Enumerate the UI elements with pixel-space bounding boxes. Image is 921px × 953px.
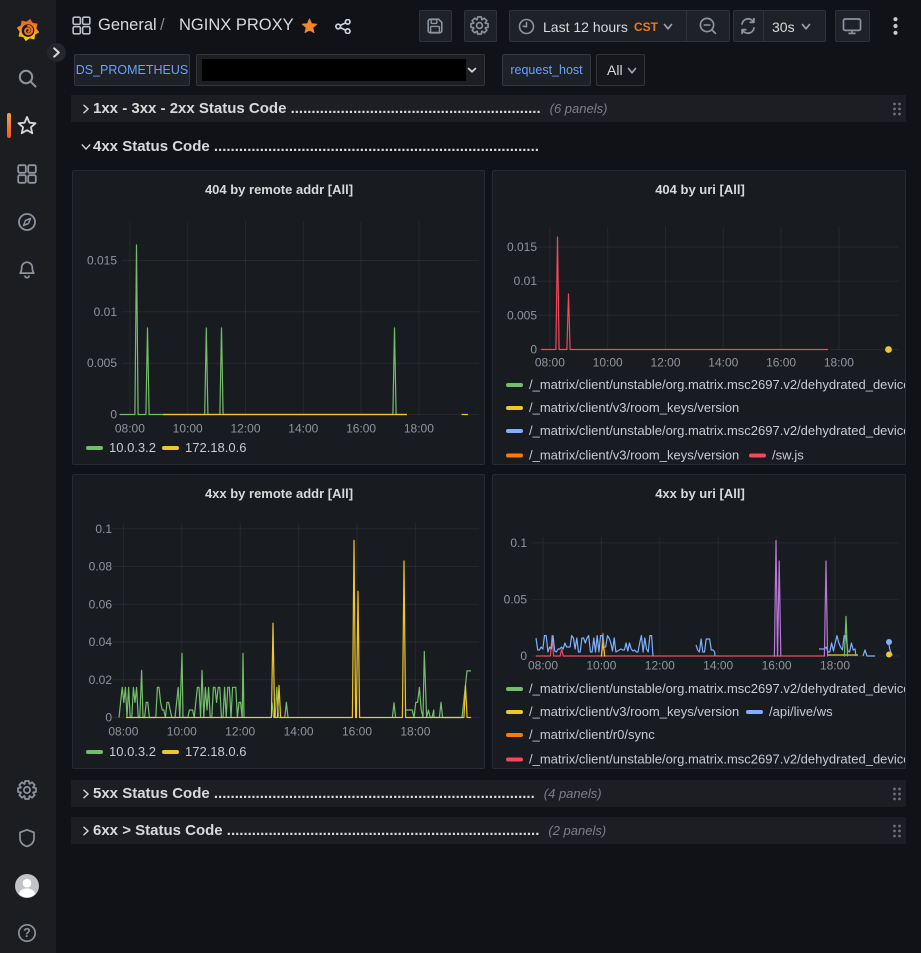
svg-text:0.08: 0.08 — [89, 560, 113, 574]
svg-text:404 by uri [All]: 404 by uri [All] — [655, 182, 745, 197]
svg-text:/_matrix/client/unstable/org.m: /_matrix/client/unstable/org.matrix.msc2… — [529, 681, 906, 696]
svg-text:16:00: 16:00 — [762, 659, 792, 673]
svg-text:/api/live/ws: /api/live/ws — [769, 704, 833, 719]
svg-text:14:00: 14:00 — [703, 659, 733, 673]
svg-text:/_matrix/client/v3/room_keys/v: /_matrix/client/v3/room_keys/version — [529, 400, 739, 415]
svg-text:0.015: 0.015 — [87, 254, 117, 268]
svg-text:/_matrix/client/unstable/org.m: /_matrix/client/unstable/org.matrix.msc2… — [529, 377, 906, 392]
svg-text:14:00: 14:00 — [288, 422, 318, 436]
svg-text:10.0.3.2: 10.0.3.2 — [109, 440, 156, 455]
svg-text:18:00: 18:00 — [404, 422, 434, 436]
svg-text:0: 0 — [530, 343, 537, 357]
svg-text:18:00: 18:00 — [400, 725, 430, 739]
svg-text:16:00: 16:00 — [346, 422, 376, 436]
svg-text:0.05: 0.05 — [504, 592, 528, 606]
svg-text:0.06: 0.06 — [89, 597, 113, 611]
svg-text:0.005: 0.005 — [507, 308, 537, 322]
svg-text:/_matrix/client/unstable/org.m: /_matrix/client/unstable/org.matrix.msc2… — [529, 423, 906, 438]
svg-text:172.18.0.6: 172.18.0.6 — [185, 440, 246, 455]
svg-text:172.18.0.6: 172.18.0.6 — [185, 744, 246, 759]
svg-text:0.01: 0.01 — [514, 274, 538, 288]
svg-text:08:00: 08:00 — [108, 725, 138, 739]
svg-text:4xx by uri [All]: 4xx by uri [All] — [655, 486, 745, 501]
svg-text:/sw.js: /sw.js — [772, 448, 804, 463]
svg-text:0: 0 — [520, 649, 527, 663]
svg-text:/_matrix/client/v3/room_keys/v: /_matrix/client/v3/room_keys/version — [529, 448, 739, 463]
svg-text:10:00: 10:00 — [167, 725, 197, 739]
svg-text:08:00: 08:00 — [115, 422, 145, 436]
svg-text:?: ? — [23, 926, 31, 940]
svg-text:18:00: 18:00 — [820, 659, 850, 673]
svg-text:10.0.3.2: 10.0.3.2 — [109, 744, 156, 759]
svg-text:10:00: 10:00 — [173, 422, 203, 436]
svg-text:4xx by remote addr [All]: 4xx by remote addr [All] — [205, 486, 353, 501]
svg-text:14:00: 14:00 — [284, 725, 314, 739]
svg-text:0.01: 0.01 — [94, 305, 118, 319]
svg-text:14:00: 14:00 — [708, 356, 738, 370]
svg-text:0.015: 0.015 — [507, 240, 537, 254]
svg-text:12:00: 12:00 — [650, 356, 680, 370]
svg-text:0.02: 0.02 — [89, 673, 113, 687]
svg-text:0: 0 — [110, 408, 117, 422]
svg-text:12:00: 12:00 — [645, 659, 675, 673]
svg-text:0: 0 — [105, 711, 112, 725]
svg-text:/_matrix/client/unstable/org.m: /_matrix/client/unstable/org.matrix.msc2… — [529, 752, 906, 767]
svg-text:16:00: 16:00 — [766, 356, 796, 370]
svg-text:0.005: 0.005 — [87, 356, 117, 370]
svg-text:12:00: 12:00 — [225, 725, 255, 739]
svg-text:404 by remote addr [All]: 404 by remote addr [All] — [205, 182, 353, 197]
svg-text:0.1: 0.1 — [95, 522, 112, 536]
svg-text:10:00: 10:00 — [593, 356, 623, 370]
svg-text:18:00: 18:00 — [824, 356, 854, 370]
svg-text:0.1: 0.1 — [510, 536, 527, 550]
svg-text:/_matrix/client/v3/room_keys/v: /_matrix/client/v3/room_keys/version — [529, 704, 739, 719]
svg-text:08:00: 08:00 — [528, 659, 558, 673]
svg-text:12:00: 12:00 — [230, 422, 260, 436]
svg-text:16:00: 16:00 — [342, 725, 372, 739]
svg-text:10:00: 10:00 — [586, 659, 616, 673]
svg-text:0.04: 0.04 — [89, 635, 113, 649]
svg-text:08:00: 08:00 — [535, 356, 565, 370]
svg-text:/_matrix/client/r0/sync: /_matrix/client/r0/sync — [529, 727, 655, 742]
